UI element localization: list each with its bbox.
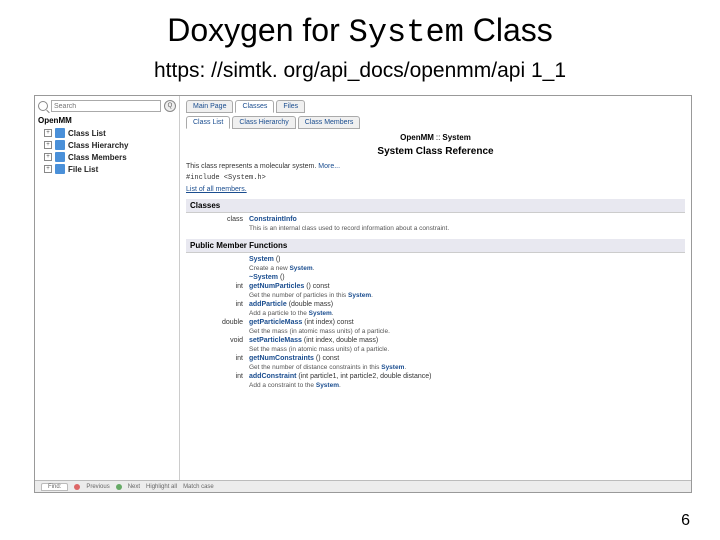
member-name-link[interactable]: getNumParticles (249, 283, 304, 290)
member-return: void (186, 336, 246, 345)
breadcrumb: OpenMM::System (186, 133, 685, 142)
tree-item[interactable]: + Class List (38, 127, 176, 139)
tree-item[interactable]: + Class Members (38, 151, 176, 163)
page-title: System Class Reference (186, 146, 685, 157)
member-cell: getNumConstraints () const (246, 354, 685, 363)
tree-item[interactable]: + File List (38, 163, 176, 175)
title-prefix: Doxygen for (167, 12, 348, 48)
member-return (186, 273, 246, 282)
folder-icon (55, 128, 65, 138)
member-name-link[interactable]: ~System (249, 274, 278, 281)
folder-icon (55, 164, 65, 174)
tab[interactable]: Class List (186, 116, 230, 129)
status-dot-icon (116, 484, 122, 490)
member-return: int (186, 282, 246, 291)
member-name-link[interactable]: addConstraint (249, 373, 296, 380)
tree-root[interactable]: OpenMM (38, 116, 176, 125)
tab[interactable]: Files (276, 100, 305, 113)
include-directive: #include <System.h> (186, 174, 685, 182)
member-name-link[interactable]: ConstraintInfo (249, 216, 297, 223)
section-classes: Classes (186, 199, 685, 213)
tree-label: File List (68, 165, 98, 174)
member-cell: addParticle (double mass) (246, 300, 685, 309)
tree-item[interactable]: + Class Hierarchy (38, 139, 176, 151)
breadcrumb-namespace[interactable]: OpenMM (400, 133, 434, 142)
main-panel: Main PageClassesFiles Class ListClass Hi… (180, 96, 691, 492)
section-functions: Public Member Functions (186, 239, 685, 253)
tabs-secondary: Class ListClass HierarchyClass Members (186, 116, 685, 129)
member-cell: System () (246, 255, 685, 264)
more-link[interactable]: More... (318, 163, 340, 170)
slide-title: Doxygen for System Class (0, 0, 720, 55)
tree-label: Class Hierarchy (68, 141, 128, 150)
member-cell: getNumParticles () const (246, 282, 685, 291)
breadcrumb-class[interactable]: System (442, 133, 470, 142)
browser-findbar: Find: Previous Next Highlight all Match … (35, 480, 691, 492)
search-button[interactable]: Q (164, 100, 176, 112)
member-desc: Get the number of particles in this Syst… (246, 291, 685, 300)
search-input[interactable] (51, 100, 161, 112)
member-cell: addConstraint (int particle1, int partic… (246, 372, 685, 381)
find-prev[interactable]: Previous (86, 484, 109, 490)
classes-table: classConstraintInfoThis is an internal c… (186, 215, 685, 233)
expand-icon[interactable]: + (44, 129, 52, 137)
functions-table: System ()Create a new System.~System ()i… (186, 255, 685, 390)
member-name-link[interactable]: System (249, 256, 274, 263)
member-name-link[interactable]: setParticleMass (249, 337, 302, 344)
title-mono: System (349, 14, 464, 51)
page-number: 6 (681, 512, 690, 530)
member-return: int (186, 300, 246, 309)
find-label: Find: (41, 483, 68, 491)
doxygen-screenshot: Q OpenMM + Class List + Class Hierarchy + Cla… (34, 95, 692, 493)
tab[interactable]: Class Members (298, 116, 361, 129)
search-row: Q (38, 100, 176, 112)
member-name-link[interactable]: getParticleMass (249, 319, 302, 326)
member-desc: Get the mass (in atomic mass units) of a… (246, 327, 685, 336)
sidebar: Q OpenMM + Class List + Class Hierarchy + Cla… (35, 96, 180, 492)
tab[interactable]: Class Hierarchy (232, 116, 295, 129)
member-cell: ConstraintInfo (246, 215, 685, 224)
member-desc: This is an internal class used to record… (246, 224, 685, 233)
member-return: int (186, 354, 246, 363)
member-desc: Get the number of distance constraints i… (246, 363, 685, 372)
status-dot-icon (74, 484, 80, 490)
member-return: class (186, 215, 246, 224)
member-desc: Create a new System. (246, 264, 685, 273)
find-next[interactable]: Next (128, 484, 140, 490)
tab[interactable]: Classes (235, 100, 274, 113)
member-name-link[interactable]: addParticle (249, 301, 287, 308)
tree-label: Class Members (68, 153, 127, 162)
find-highlight[interactable]: Highlight all (146, 484, 177, 490)
expand-icon[interactable]: + (44, 165, 52, 173)
member-return: int (186, 372, 246, 381)
member-cell: ~System () (246, 273, 685, 282)
expand-icon[interactable]: + (44, 153, 52, 161)
expand-icon[interactable]: + (44, 141, 52, 149)
member-return (186, 255, 246, 264)
member-cell: setParticleMass (int index, double mass) (246, 336, 685, 345)
member-return: double (186, 318, 246, 327)
folder-icon (55, 152, 65, 162)
tab[interactable]: Main Page (186, 100, 233, 113)
member-desc: Add a particle to the System. (246, 309, 685, 318)
class-description: This class represents a molecular system… (186, 163, 685, 170)
tabs-primary: Main PageClassesFiles (186, 100, 685, 113)
title-suffix: Class (464, 12, 553, 48)
member-name-link[interactable]: getNumConstraints (249, 355, 314, 362)
member-desc: Set the mass (in atomic mass units) of a… (246, 345, 685, 354)
tree-label: Class List (68, 129, 106, 138)
member-desc: Add a constraint to the System. (246, 381, 685, 390)
all-members-link[interactable]: List of all members. (186, 186, 685, 193)
desc-text: This class represents a molecular system… (186, 163, 318, 170)
member-cell: getParticleMass (int index) const (246, 318, 685, 327)
breadcrumb-separator: :: (436, 133, 440, 142)
slide-url: https: //simtk. org/api_docs/openmm/api … (0, 55, 720, 91)
find-matchcase[interactable]: Match case (183, 484, 214, 490)
folder-icon (55, 140, 65, 150)
search-icon (38, 101, 48, 111)
